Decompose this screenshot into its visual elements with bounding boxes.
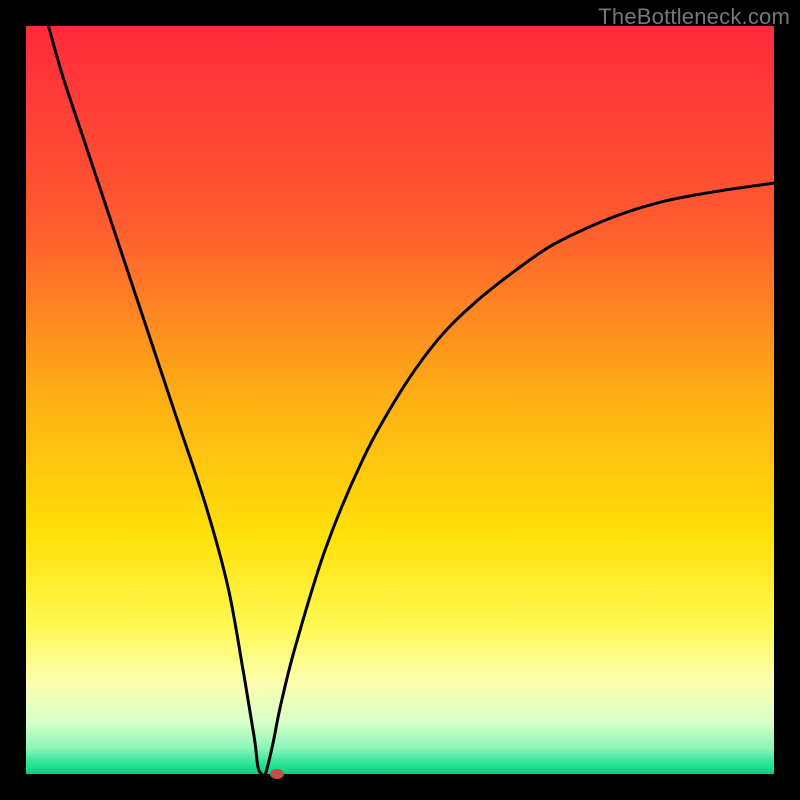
optimum-marker — [270, 769, 284, 779]
watermark-text: TheBottleneck.com — [598, 4, 790, 30]
bottleneck-curve-path — [48, 26, 774, 777]
curve-layer — [26, 26, 774, 774]
chart-frame: TheBottleneck.com — [0, 0, 800, 800]
